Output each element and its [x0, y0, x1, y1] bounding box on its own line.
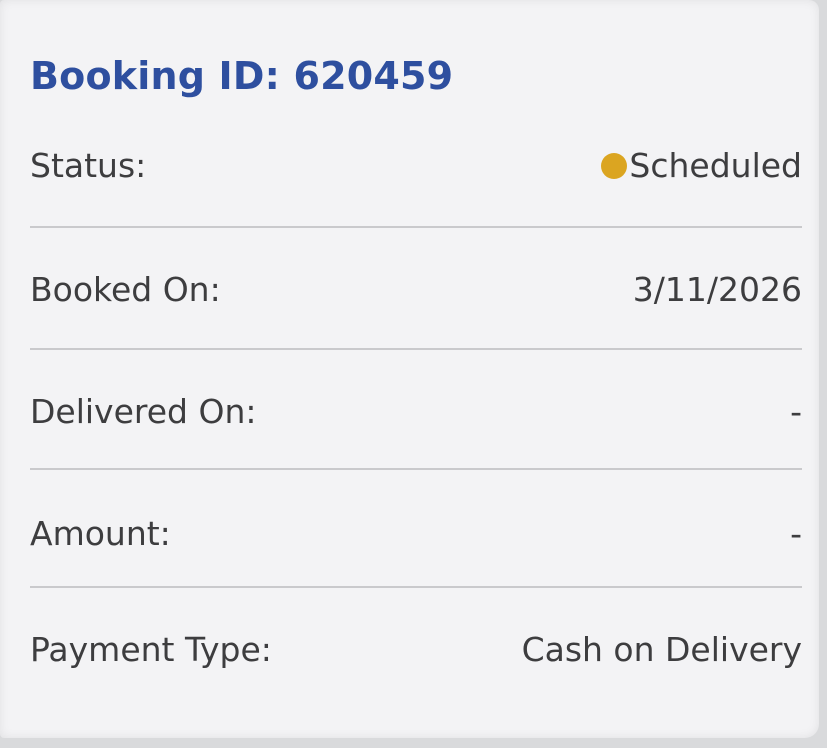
status-dot-icon	[601, 152, 628, 179]
amount-row: Amount: -	[30, 514, 802, 574]
payment-type-value: Cash on Delivery	[521, 630, 802, 669]
booking-id-title: Booking ID: 620459	[30, 54, 454, 98]
payment-type-label: Payment Type:	[30, 630, 272, 669]
divider	[30, 226, 802, 228]
amount-label: Amount:	[30, 514, 171, 553]
delivered-on-row: Delivered On: -	[30, 392, 802, 452]
amount-value: -	[790, 514, 802, 553]
status-label: Status:	[30, 146, 147, 185]
delivered-on-label: Delivered On:	[30, 392, 257, 431]
divider	[30, 586, 802, 588]
booking-card: Booking ID: 620459 Status: Scheduled Boo…	[0, 0, 819, 738]
payment-type-row: Payment Type: Cash on Delivery	[30, 630, 802, 690]
booked-on-row: Booked On: 3/11/2026	[30, 270, 802, 330]
status-text: Scheduled	[629, 146, 802, 185]
status-row: Status: Scheduled	[30, 146, 802, 206]
status-value: Scheduled	[601, 146, 802, 185]
divider	[30, 468, 802, 470]
booked-on-label: Booked On:	[30, 270, 221, 309]
delivered-on-value: -	[790, 392, 802, 431]
booked-on-value: 3/11/2026	[632, 270, 802, 309]
divider	[30, 348, 802, 350]
